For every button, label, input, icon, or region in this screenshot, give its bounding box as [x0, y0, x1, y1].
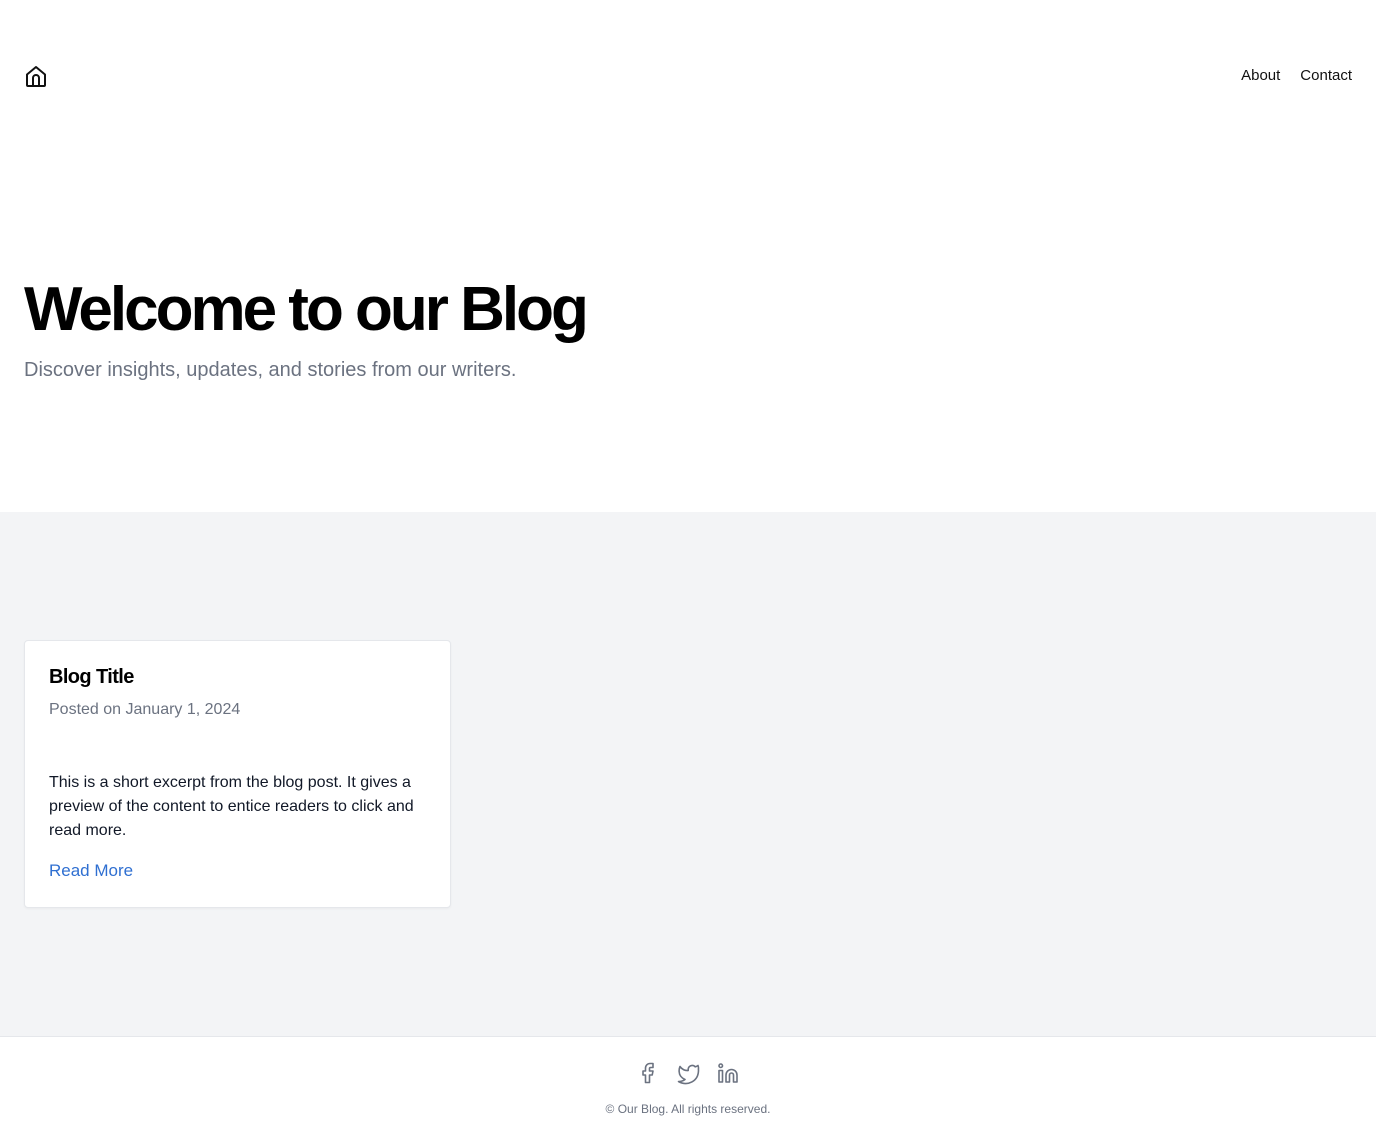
nav-link-about[interactable]: About — [1241, 67, 1280, 84]
main-nav: About Contact — [1241, 67, 1352, 84]
read-more-link[interactable]: Read More — [49, 861, 133, 881]
linkedin-link[interactable] — [716, 1061, 740, 1085]
hero-subtitle: Discover insights, updates, and stories … — [24, 359, 517, 381]
hero-title: Welcome to our Blog — [24, 275, 589, 344]
post-excerpt: This is a short excerpt from the blog po… — [49, 774, 414, 839]
posts-section: Blog Title Posted on January 1, 2024 Thi… — [0, 512, 1376, 1036]
linkedin-icon — [718, 1063, 738, 1083]
home-link[interactable] — [24, 64, 48, 88]
post-title: Blog Title — [49, 666, 134, 688]
site-header: About Contact — [0, 0, 1376, 154]
blog-post-card: Blog Title Posted on January 1, 2024 Thi… — [24, 640, 451, 908]
site-footer: © Our Blog. All rights reserved. — [0, 1036, 1376, 1141]
facebook-icon — [642, 1062, 654, 1084]
post-date: Posted on January 1, 2024 — [49, 701, 241, 718]
facebook-link[interactable] — [636, 1061, 660, 1085]
home-icon — [26, 66, 46, 87]
hero-section: Welcome to our Blog Discover insights, u… — [0, 154, 1376, 512]
copyright-text: © Our Blog. All rights reserved. — [605, 1102, 771, 1116]
nav-link-contact[interactable]: Contact — [1300, 67, 1352, 84]
twitter-link[interactable] — [676, 1061, 700, 1085]
twitter-icon — [677, 1064, 700, 1085]
social-links — [0, 1061, 1376, 1085]
